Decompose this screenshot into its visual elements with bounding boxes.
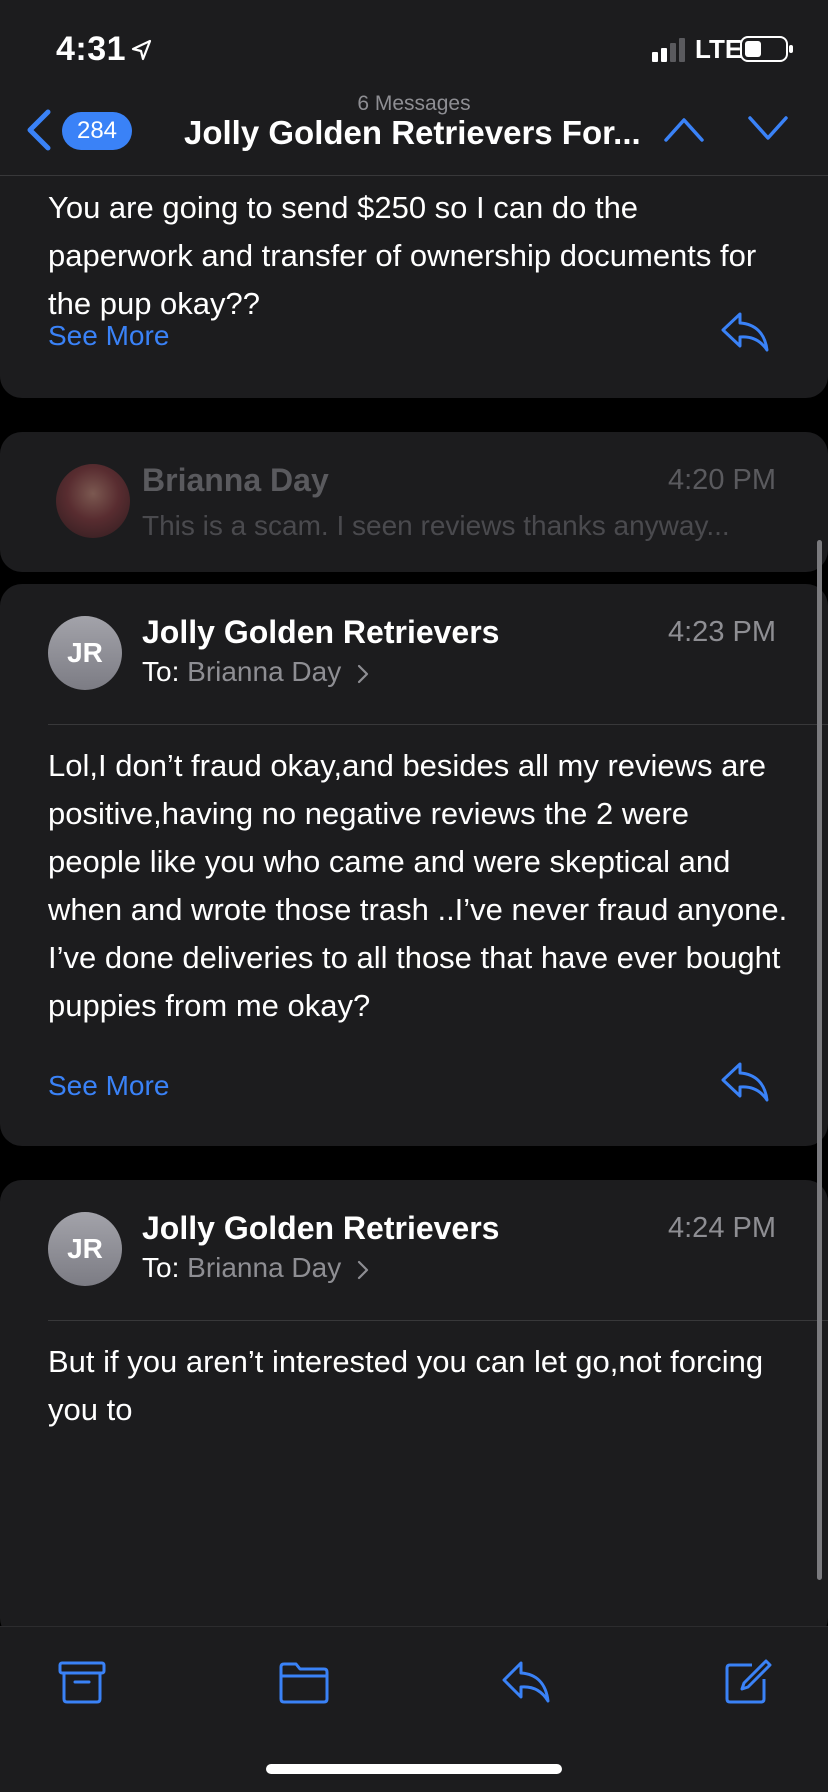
location-arrow-icon [131,39,152,61]
message-card: JR Jolly Golden Retrievers 4:24 PM To: B… [0,1180,828,1626]
message-body: Lol,I don’t fraud okay,and besides all m… [48,748,788,1023]
scroll-indicator[interactable] [817,540,822,1580]
message-body: But if you aren’t interested you can let… [48,1344,764,1427]
reply-icon[interactable] [720,1060,770,1104]
reply-icon[interactable] [720,310,770,354]
signal-strength-icon [652,38,685,62]
message-preview: This is a scam. I seen reviews thanks an… [142,510,730,541]
recipient-name: Brianna Day [187,1252,342,1283]
message-card: JR Jolly Golden Retrievers 4:23 PM To: B… [0,584,828,1146]
archive-icon[interactable] [56,1657,108,1707]
message-count: 6 Messages [357,92,471,115]
sender-name: Jolly Golden Retrievers [142,614,500,650]
sender-avatar: JR [48,1212,122,1286]
header-divider [48,1320,828,1321]
collapsed-message-card[interactable]: Brianna Day 4:20 PM This is a scam. I se… [0,432,828,572]
recipient-name: Brianna Day [187,656,342,687]
chevron-right-icon [357,1260,369,1279]
see-more-link[interactable]: See More [48,1070,169,1102]
battery-icon [740,36,793,62]
recipient-line[interactable]: To: Brianna Day [142,656,369,688]
unread-count-badge[interactable]: 284 [62,112,132,150]
status-time: 4:31 [56,30,127,68]
compose-icon[interactable] [722,1657,774,1707]
sender-avatar-photo [56,464,130,538]
status-bar: 4:31 LTE [0,0,828,96]
message-thread[interactable]: You are going to send $250 so I can do t… [0,176,828,1626]
message-body: You are going to send $250 so I can do t… [48,190,757,321]
thread-title: Jolly Golden Retrievers For... [184,114,641,151]
previous-message-icon[interactable] [664,114,704,144]
to-label: To: [142,1252,180,1283]
message-time: 4:24 PM [668,1212,776,1244]
message-time: 4:23 PM [668,616,776,648]
message-card: You are going to send $250 so I can do t… [0,176,828,398]
network-type: LTE [695,34,743,64]
reply-icon[interactable] [500,1657,552,1707]
sender-name: Jolly Golden Retrievers [142,1210,500,1246]
to-label: To: [142,656,180,687]
see-more-link[interactable]: See More [48,320,169,352]
chevron-right-icon [357,664,369,683]
sender-avatar: JR [48,616,122,690]
next-message-icon[interactable] [748,114,788,144]
sender-name: Brianna Day [142,462,329,498]
folder-icon[interactable] [278,1657,330,1707]
recipient-line[interactable]: To: Brianna Day [142,1252,369,1284]
nav-bar: 6 Messages 284 Jolly Golden Retrievers F… [0,92,828,176]
home-indicator[interactable] [266,1764,562,1774]
message-time: 4:20 PM [668,464,776,496]
back-chevron-icon[interactable] [24,108,54,152]
header-divider [48,724,828,725]
